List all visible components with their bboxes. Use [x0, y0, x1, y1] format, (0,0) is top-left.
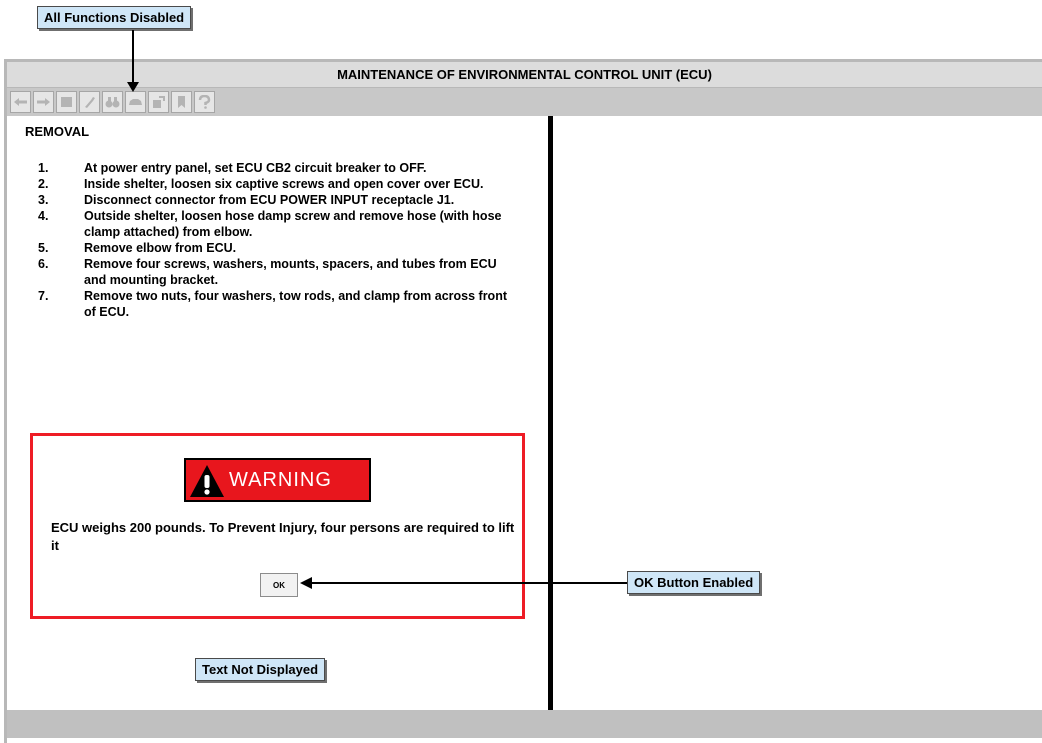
- step-number: 4.: [38, 209, 49, 223]
- list-item: 5. Remove elbow from ECU.: [38, 240, 528, 256]
- binoculars-icon: [105, 97, 120, 108]
- toolbar: [7, 88, 1042, 116]
- step-text: Disconnect connector from ECU POWER INPU…: [84, 193, 455, 207]
- arrow-right-icon: [37, 98, 50, 106]
- list-item: 6. Remove four screws, washers, mounts, s…: [38, 256, 528, 288]
- help-icon: [198, 95, 211, 109]
- window-title: MAINTENANCE OF ENVIRONMENTAL CONTROL UNI…: [7, 62, 1042, 88]
- list-item: 3. Disconnect connector from ECU POWER IN…: [38, 192, 528, 208]
- tool-icon: [85, 97, 95, 108]
- ok-button[interactable]: OK: [260, 573, 298, 597]
- list-item: 7. Remove two nuts, four washers, tow rod…: [38, 288, 528, 320]
- step-number: 2.: [38, 177, 49, 191]
- bookmark-button[interactable]: [171, 91, 192, 113]
- vehicle-button[interactable]: [125, 91, 146, 113]
- step-text: Outside shelter, loosen hose damp screw …: [84, 209, 502, 239]
- callout-all-functions-disabled: All Functions Disabled: [37, 6, 192, 29]
- tools-button[interactable]: [79, 91, 100, 113]
- step-text: Inside shelter, loosen six captive screw…: [84, 177, 484, 191]
- callout-text-not-displayed: Text Not Displayed: [195, 658, 326, 681]
- forward-button[interactable]: [33, 91, 54, 113]
- exit-icon: [153, 96, 165, 108]
- list-item: 1. At power entry panel, set ECU CB2 circ…: [38, 160, 528, 176]
- graphics-pane: [553, 116, 1042, 710]
- arrow-left-icon: [14, 98, 27, 106]
- step-text: Remove elbow from ECU.: [84, 241, 237, 255]
- warning-triangle-icon: [190, 465, 224, 497]
- step-number: 5.: [38, 241, 49, 255]
- warning-dialog: WARNING ECU weighs 200 pounds. To Preven…: [30, 433, 525, 619]
- step-number: 6.: [38, 257, 49, 271]
- warning-label: WARNING: [229, 469, 332, 491]
- help-button[interactable]: [194, 91, 215, 113]
- step-text: Remove two nuts, four washers, tow rods,…: [84, 289, 507, 319]
- back-button[interactable]: [10, 91, 31, 113]
- step-text: Remove four screws, washers, mounts, spa…: [84, 257, 497, 287]
- step-number: 3.: [38, 193, 49, 207]
- section-title: REMOVAL: [25, 124, 90, 139]
- warning-badge: WARNING: [184, 458, 371, 502]
- list-item: 4. Outside shelter, loosen hose damp scre…: [38, 208, 528, 240]
- stop-button[interactable]: [56, 91, 77, 113]
- warning-message: ECU weighs 200 pounds. To Prevent Injury…: [51, 520, 515, 553]
- procedure-steps: 1. At power entry panel, set ECU CB2 circ…: [38, 160, 528, 320]
- step-number: 7.: [38, 289, 49, 303]
- status-bar: [7, 710, 1042, 738]
- car-icon: [129, 99, 142, 105]
- find-button[interactable]: [102, 91, 123, 113]
- stop-icon: [61, 97, 72, 107]
- step-text: At power entry panel, set ECU CB2 circui…: [84, 161, 427, 175]
- step-number: 1.: [38, 161, 49, 175]
- bookmark-icon: [178, 96, 185, 108]
- exit-button[interactable]: [148, 91, 169, 113]
- callout-ok-button-enabled: OK Button Enabled: [627, 571, 761, 594]
- list-item: 2. Inside shelter, loosen six captive scr…: [38, 176, 528, 192]
